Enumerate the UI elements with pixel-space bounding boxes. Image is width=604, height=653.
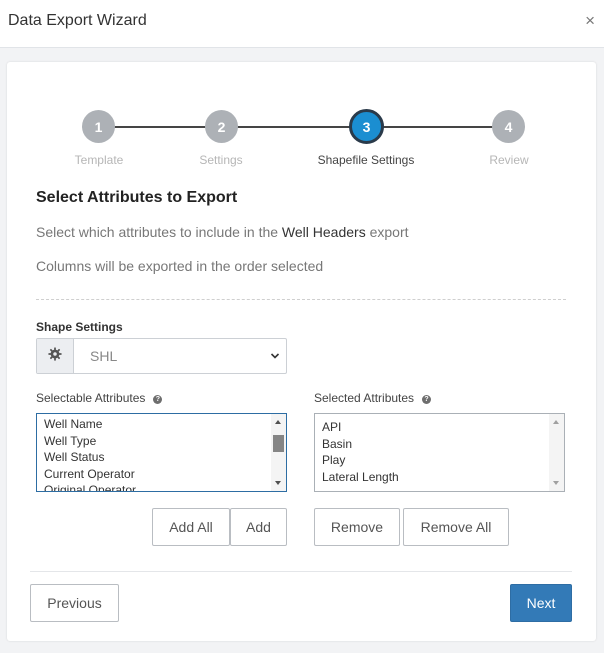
selectable-attributes-header: Selectable Attributes? [36, 391, 163, 405]
chevron-down-icon [270, 349, 280, 368]
gear-icon [48, 346, 62, 366]
help-icon[interactable]: ? [153, 395, 163, 404]
scrollbar-thumb[interactable] [273, 435, 284, 452]
description-suffix: export [365, 224, 409, 240]
step-3-circle: 3 [349, 109, 384, 144]
step-2-label: Settings [199, 153, 243, 167]
dialog-title: Data Export Wizard [8, 12, 147, 29]
description-export-target: Select which attributes to include in th… [36, 224, 409, 240]
step-4-circle: 4 [492, 110, 525, 143]
step-3-label: Shapefile Settings [317, 153, 415, 167]
scrollbar[interactable] [549, 414, 564, 491]
remove-button[interactable]: Remove [314, 508, 400, 546]
add-button[interactable]: Add [230, 508, 287, 546]
list-item[interactable]: API [322, 419, 399, 436]
selectable-attributes-list[interactable]: Well Name Well Type Well Status Current … [36, 413, 287, 492]
scroll-up-arrow-icon[interactable] [553, 420, 559, 424]
scroll-down-arrow-icon[interactable] [553, 481, 559, 485]
export-name: Well Headers [281, 224, 366, 240]
list-item[interactable]: Play [322, 452, 399, 469]
footer-divider [30, 571, 572, 572]
step-1-circle: 1 [82, 110, 115, 143]
list-item[interactable]: Basin [322, 436, 399, 453]
shape-settings-addon [37, 339, 74, 373]
list-item[interactable]: Lateral Length [322, 469, 399, 486]
help-icon[interactable]: ? [422, 395, 432, 404]
remove-all-button[interactable]: Remove All [403, 508, 509, 546]
selected-attributes-list[interactable]: API Basin Play Lateral Length [314, 413, 565, 492]
shape-select-value: SHL [90, 348, 118, 364]
step-2-circle: 2 [205, 110, 238, 143]
next-button[interactable]: Next [510, 584, 572, 622]
previous-button[interactable]: Previous [30, 584, 119, 622]
section-divider [36, 299, 566, 300]
scroll-up-arrow-icon[interactable] [275, 420, 281, 424]
scroll-down-arrow-icon[interactable] [275, 481, 281, 485]
selectable-attributes-label: Selectable Attributes [36, 391, 146, 405]
list-item[interactable]: Well Status [44, 449, 136, 466]
description-prefix: Select which attributes to include in th… [36, 224, 282, 240]
add-all-button[interactable]: Add All [152, 508, 230, 546]
description-order: Columns will be exported in the order se… [36, 258, 324, 274]
shape-select[interactable]: SHL [74, 339, 286, 373]
step-4-label: Review [489, 153, 529, 167]
list-item[interactable]: Current Operator [44, 466, 136, 483]
step-1-label: Template [74, 153, 124, 167]
section-heading: Select Attributes to Export [36, 189, 238, 206]
shape-settings-group: SHL [36, 338, 287, 374]
shape-settings-label: Shape Settings [36, 320, 123, 334]
close-icon[interactable]: × [585, 12, 595, 30]
list-item[interactable]: Well Type [44, 433, 136, 450]
selected-attributes-label: Selected Attributes [314, 391, 415, 405]
stepper-line [98, 126, 510, 128]
dialog-header: Data Export Wizard × [0, 0, 604, 48]
scrollbar[interactable] [271, 414, 286, 491]
list-item[interactable]: Well Name [44, 416, 136, 433]
selected-attributes-header: Selected Attributes? [314, 391, 432, 405]
list-item[interactable]: Original Operator [44, 482, 136, 491]
